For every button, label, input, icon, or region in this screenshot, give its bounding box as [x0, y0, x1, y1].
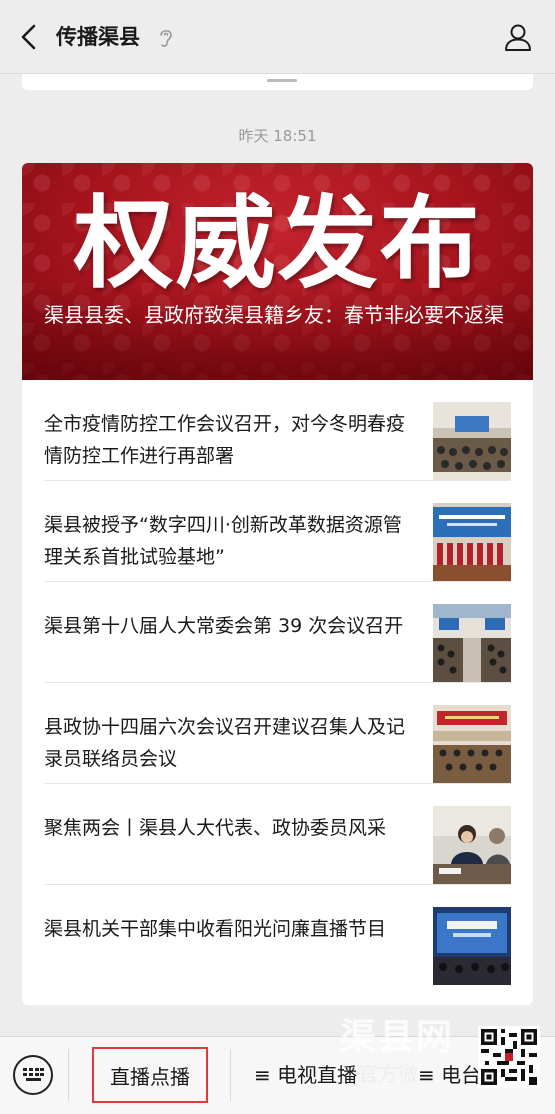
article-item[interactable]: 全市疫情防控工作会议召开，对今冬明春疫情防控工作进行再部署: [44, 380, 511, 481]
article-item[interactable]: 县政协十四届六次会议召开建议召集人及记录员联络员会议: [44, 683, 511, 784]
article-item[interactable]: 渠县被授予“数字四川·创新改革数据资源管理关系首批试验基地”: [44, 481, 511, 582]
previous-message-card: [22, 74, 533, 90]
article-title: 县政协十四届六次会议召开建议召集人及记录员联络员会议: [44, 716, 406, 770]
article-thumbnail: [433, 806, 511, 884]
menu-divider: [68, 1049, 69, 1101]
menu-divider: [230, 1049, 231, 1101]
article-thumbnail: [433, 907, 511, 985]
article-thumbnail: [433, 402, 511, 480]
article-title: 渠县机关干部集中收看阳光问廉直播节目: [44, 918, 387, 940]
article-thumbnail: [433, 705, 511, 783]
article-item[interactable]: 渠县机关干部集中收看阳光问廉直播节目: [44, 885, 511, 986]
article-title: 聚焦两会丨渠县人大代表、政协委员风采: [44, 817, 387, 839]
article-list: 全市疫情防控工作会议召开，对今冬明春疫情防控工作进行再部署 渠县被授予“数字四川…: [22, 380, 533, 986]
hero-article[interactable]: 权威发布 渠县县委、县政府致渠县籍乡友：春节非必要不返渠: [22, 163, 533, 380]
article-title: 渠县被授予“数字四川·创新改革数据资源管理关系首批试验基地”: [44, 514, 402, 568]
watermark-logo: 渠县网: [340, 1017, 455, 1058]
hero-shade: [22, 283, 533, 380]
article-title: 渠县第十八届人大常委会第 39 次会议召开: [44, 615, 404, 637]
message-timestamp: 昨天 18:51: [238, 127, 317, 145]
article-thumbnail: [433, 604, 511, 682]
article-thumbnail: [433, 503, 511, 581]
divider: [267, 79, 297, 82]
keyboard-icon[interactable]: [13, 1055, 53, 1095]
ear-icon[interactable]: [158, 27, 174, 49]
article-title: 全市疫情防控工作会议召开，对今冬明春疫情防控工作进行再部署: [44, 413, 406, 467]
back-chevron-icon[interactable]: [14, 22, 44, 52]
top-nav-bar: 传播渠县: [0, 0, 555, 74]
watermark-subtitle: 官方微: [358, 1062, 418, 1086]
menu-live-vod[interactable]: 直播点播: [92, 1047, 208, 1103]
article-item[interactable]: 渠县第十八届人大常委会第 39 次会议召开: [44, 582, 511, 683]
person-icon[interactable]: [503, 22, 533, 52]
hero-caption: 渠县县委、县政府致渠县籍乡友：春节非必要不返渠: [44, 303, 504, 327]
account-title: 传播渠县: [56, 25, 140, 49]
bottom-menu-bar: 直播点播 ≡ 电视直播 ≡ 电台: [0, 1036, 555, 1114]
qr-code-icon: [478, 1026, 540, 1088]
article-card: 权威发布 渠县县委、县政府致渠县籍乡友：春节非必要不返渠 全市疫情防控工作会议召…: [22, 163, 533, 1005]
article-item[interactable]: 聚焦两会丨渠县人大代表、政协委员风采: [44, 784, 511, 885]
